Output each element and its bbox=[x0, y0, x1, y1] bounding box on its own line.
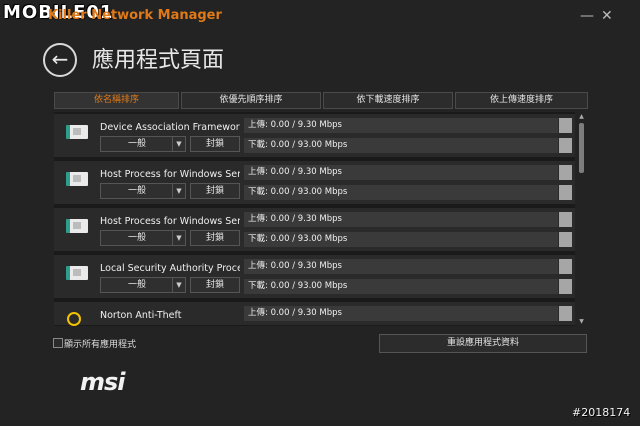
reset-app-data-button[interactable]: 重設應用程式資料 bbox=[379, 334, 587, 353]
upload-limit-slider[interactable] bbox=[559, 165, 572, 180]
upload-limit-slider[interactable] bbox=[559, 259, 572, 274]
download-limit-slider[interactable] bbox=[559, 138, 572, 153]
block-button[interactable]: 封鎖 bbox=[190, 136, 240, 152]
application-window-icon bbox=[66, 125, 88, 139]
upload-limit-slider[interactable] bbox=[559, 118, 572, 133]
app-name: Norton Anti-Theft bbox=[100, 310, 182, 321]
tab-sort-by-download[interactable]: 依下載速度排序 bbox=[323, 92, 453, 109]
app-row: Local Security Authority Process 一般 ▼ 封鎖… bbox=[54, 255, 575, 298]
app-name: Device Association Framework ... bbox=[100, 122, 240, 133]
chevron-down-icon: ▼ bbox=[172, 184, 185, 198]
block-button[interactable]: 封鎖 bbox=[190, 183, 240, 199]
block-button[interactable]: 封鎖 bbox=[190, 230, 240, 246]
show-all-apps-checkbox[interactable] bbox=[53, 338, 63, 348]
upload-bandwidth-bar: 上傳: 0.00 / 9.30 Mbps bbox=[244, 165, 558, 180]
upload-bandwidth-bar: 上傳: 0.00 / 9.30 Mbps bbox=[244, 259, 558, 274]
application-window-icon bbox=[66, 266, 88, 280]
application-window-icon bbox=[66, 172, 88, 186]
upload-bandwidth-bar: 上傳: 0.00 / 9.30 Mbps bbox=[244, 212, 558, 227]
priority-value: 一般 bbox=[127, 139, 146, 149]
tab-sort-by-priority[interactable]: 依優先順序排序 bbox=[181, 92, 321, 109]
minimize-icon[interactable]: — bbox=[580, 8, 594, 24]
upload-bandwidth-bar: 上傳: 0.00 / 9.30 Mbps bbox=[244, 118, 558, 133]
app-list: Device Association Framework ... 一般 ▼ 封鎖… bbox=[54, 112, 575, 326]
back-arrow-icon[interactable]: ← bbox=[43, 43, 77, 77]
download-bandwidth-bar: 下載: 0.00 / 93.00 Mbps bbox=[244, 279, 558, 294]
priority-select[interactable]: 一般 ▼ bbox=[100, 277, 186, 293]
upload-limit-slider[interactable] bbox=[559, 306, 572, 321]
application-window-icon bbox=[66, 219, 88, 233]
chevron-down-icon: ▼ bbox=[172, 137, 185, 151]
priority-value: 一般 bbox=[127, 280, 146, 290]
priority-value: 一般 bbox=[127, 186, 146, 196]
scrollbar-thumb[interactable] bbox=[579, 123, 584, 173]
msi-logo: msi bbox=[80, 368, 126, 396]
page-title: 應用程式頁面 bbox=[92, 48, 225, 73]
app-name: Host Process for Windows Serv... bbox=[100, 169, 240, 180]
download-limit-slider[interactable] bbox=[559, 279, 572, 294]
app-row: Norton Anti-Theft 上傳: 0.00 / 9.30 Mbps bbox=[54, 302, 575, 326]
priority-select[interactable]: 一般 ▼ bbox=[100, 183, 186, 199]
upload-bandwidth-bar: 上傳: 0.00 / 9.30 Mbps bbox=[244, 306, 558, 321]
reference-id: #2018174 bbox=[572, 406, 631, 419]
download-bandwidth-bar: 下載: 0.00 / 93.00 Mbps bbox=[244, 232, 558, 247]
app-row: Host Process for Windows Serv... 一般 ▼ 封鎖… bbox=[54, 208, 575, 251]
location-pin-icon bbox=[67, 312, 81, 326]
chevron-down-icon: ▼ bbox=[172, 231, 185, 245]
close-icon[interactable]: ✕ bbox=[601, 8, 613, 24]
tab-sort-by-upload[interactable]: 依上傳速度排序 bbox=[455, 92, 588, 109]
app-title: Killer Network Manager bbox=[48, 8, 222, 23]
download-bandwidth-bar: 下載: 0.00 / 93.00 Mbps bbox=[244, 185, 558, 200]
app-name: Host Process for Windows Serv... bbox=[100, 216, 240, 227]
app-row: Device Association Framework ... 一般 ▼ 封鎖… bbox=[54, 114, 575, 157]
scroll-up-arrow-icon[interactable]: ▲ bbox=[578, 113, 585, 121]
block-button[interactable]: 封鎖 bbox=[190, 277, 240, 293]
app-row: Host Process for Windows Serv... 一般 ▼ 封鎖… bbox=[54, 161, 575, 204]
chevron-down-icon: ▼ bbox=[172, 278, 185, 292]
show-all-apps-label: 顯示所有應用程式 bbox=[64, 340, 137, 350]
scroll-down-arrow-icon[interactable]: ▼ bbox=[578, 318, 585, 326]
app-name: Local Security Authority Process bbox=[100, 263, 240, 274]
upload-limit-slider[interactable] bbox=[559, 212, 572, 227]
priority-value: 一般 bbox=[127, 233, 146, 243]
download-limit-slider[interactable] bbox=[559, 185, 572, 200]
tab-sort-by-name[interactable]: 依名稱排序 bbox=[54, 92, 179, 109]
download-bandwidth-bar: 下載: 0.00 / 93.00 Mbps bbox=[244, 138, 558, 153]
priority-select[interactable]: 一般 ▼ bbox=[100, 136, 186, 152]
priority-select[interactable]: 一般 ▼ bbox=[100, 230, 186, 246]
download-limit-slider[interactable] bbox=[559, 232, 572, 247]
